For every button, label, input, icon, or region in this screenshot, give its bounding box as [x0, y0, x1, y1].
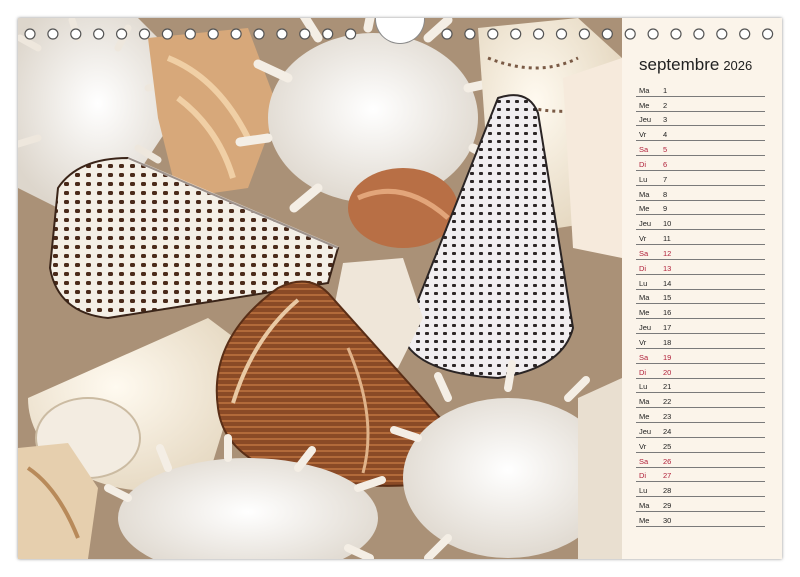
day-row: Vr 25 — [636, 438, 765, 453]
day-row: Di 13 — [636, 260, 765, 275]
day-name: Sa — [639, 352, 649, 362]
day-row: Di 20 — [636, 364, 765, 379]
day-number: 17 — [663, 323, 672, 333]
day-row: Lu 21 — [636, 379, 765, 394]
month-title: septembre 2026 — [639, 55, 752, 75]
day-name: Di — [639, 159, 647, 169]
day-row: Sa 5 — [636, 141, 765, 157]
day-name: Jeu — [639, 115, 652, 125]
day-row: Ma 8 — [636, 186, 765, 201]
month-name: septembre — [639, 55, 720, 74]
day-row: Jeu 17 — [636, 319, 765, 335]
day-name: Jeu — [639, 426, 652, 436]
day-number: 5 — [663, 145, 668, 155]
day-name: Me — [639, 515, 650, 525]
day-number: 13 — [663, 263, 672, 273]
day-name: Me — [639, 308, 650, 318]
day-number: 30 — [663, 515, 672, 525]
day-name: Lu — [639, 278, 648, 288]
day-name: Jeu — [639, 219, 652, 229]
day-number: 24 — [663, 426, 672, 436]
day-row: Di 6 — [636, 156, 765, 171]
day-number: 6 — [663, 159, 668, 169]
day-row: Vr 4 — [636, 126, 765, 142]
day-row: Lu 14 — [636, 275, 765, 290]
day-name: Di — [639, 367, 647, 377]
day-name: Ma — [639, 189, 650, 199]
day-name: Me — [639, 204, 650, 214]
day-number: 16 — [663, 308, 672, 318]
day-row: Ma 1 — [636, 82, 765, 97]
day-row: Vr 18 — [636, 334, 765, 349]
calendar-page: septembre 2026 Ma 1 Me 2 Jeu 3 Vr 4 Sa 5 Di 6 Lu 7 Ma 8 M… — [18, 18, 782, 559]
day-row: Ma 15 — [636, 290, 765, 305]
day-row: Lu 28 — [636, 482, 765, 498]
day-name: Vr — [639, 337, 647, 347]
day-name: Ma — [639, 397, 650, 407]
day-name: Lu — [639, 174, 648, 184]
day-number: 19 — [663, 352, 672, 362]
day-name: Ma — [639, 293, 650, 303]
day-name: Me — [639, 412, 650, 422]
day-number: 23 — [663, 412, 672, 422]
day-number: 21 — [663, 382, 672, 392]
day-row: Me 30 — [636, 512, 765, 527]
day-number: 2 — [663, 100, 668, 110]
day-name: Jeu — [639, 323, 652, 333]
day-number: 8 — [663, 189, 668, 199]
day-number: 25 — [663, 441, 672, 451]
day-row: Di 27 — [636, 468, 765, 483]
day-row: Vr 11 — [636, 230, 765, 246]
day-number: 26 — [663, 456, 672, 466]
day-number: 20 — [663, 367, 672, 377]
day-number: 1 — [663, 85, 668, 95]
day-number: 15 — [663, 293, 672, 303]
day-row: Ma 29 — [636, 497, 765, 513]
day-row: Jeu 3 — [636, 112, 765, 127]
day-name: Vr — [639, 130, 647, 140]
day-row: Sa 12 — [636, 245, 765, 260]
day-row: Jeu 24 — [636, 423, 765, 438]
day-row: Sa 19 — [636, 349, 765, 364]
calendar-panel: septembre 2026 Ma 1 Me 2 Jeu 3 Vr 4 Sa 5 Di 6 Lu 7 Ma 8 M… — [622, 18, 782, 559]
day-row: Lu 7 — [636, 171, 765, 186]
day-number: 7 — [663, 174, 668, 184]
day-number: 29 — [663, 501, 672, 511]
day-row: Me 23 — [636, 408, 765, 424]
day-list: Ma 1 Me 2 Jeu 3 Vr 4 Sa 5 Di 6 Lu 7 Ma 8 Me 9 Jeu 10 Vr 11 Sa 1… — [636, 82, 765, 527]
day-number: 3 — [663, 115, 668, 125]
day-name: Vr — [639, 234, 647, 244]
day-name: Ma — [639, 501, 650, 511]
day-name: Di — [639, 471, 647, 481]
day-number: 18 — [663, 337, 672, 347]
day-name: Lu — [639, 486, 648, 496]
day-name: Lu — [639, 382, 648, 392]
day-row: Sa 26 — [636, 453, 765, 468]
day-number: 12 — [663, 248, 672, 258]
day-number: 10 — [663, 219, 672, 229]
day-name: Sa — [639, 248, 649, 258]
day-row: Me 16 — [636, 304, 765, 320]
day-row: Me 9 — [636, 201, 765, 216]
day-number: 9 — [663, 204, 668, 214]
day-name: Sa — [639, 145, 649, 155]
day-name: Me — [639, 100, 650, 110]
year-label: 2026 — [723, 58, 753, 73]
day-row: Me 2 — [636, 97, 765, 112]
seashells-photo — [18, 18, 622, 559]
day-name: Ma — [639, 85, 650, 95]
day-name: Di — [639, 263, 647, 273]
day-number: 14 — [663, 278, 672, 288]
day-number: 11 — [663, 234, 671, 244]
day-number: 22 — [663, 397, 672, 407]
day-name: Vr — [639, 441, 647, 451]
day-number: 28 — [663, 486, 672, 496]
day-name: Sa — [639, 456, 649, 466]
day-number: 27 — [663, 471, 672, 481]
day-number: 4 — [663, 130, 668, 140]
day-row: Ma 22 — [636, 393, 765, 409]
day-row: Jeu 10 — [636, 215, 765, 231]
